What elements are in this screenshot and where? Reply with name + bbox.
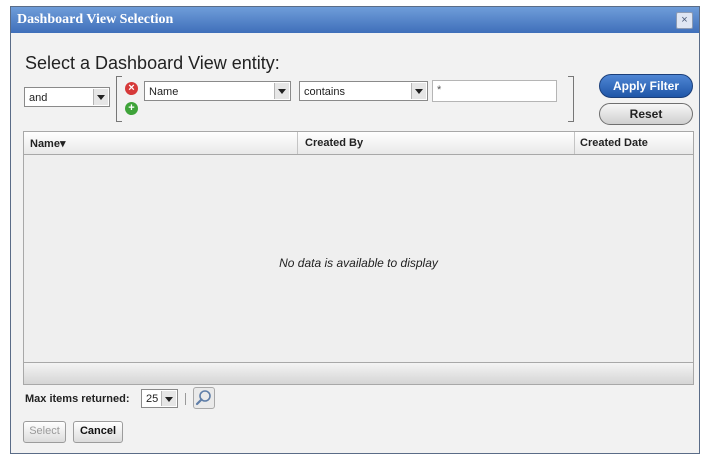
sort-descending-icon: ▾ <box>59 138 66 150</box>
close-icon[interactable]: × <box>676 12 693 29</box>
select-button[interactable]: Select <box>23 421 66 443</box>
search-button[interactable] <box>193 387 215 409</box>
reset-button[interactable]: Reset <box>599 103 693 125</box>
magnifier-icon <box>195 390 211 406</box>
title-bar: Dashboard View Selection × <box>11 7 699 33</box>
table-footer <box>24 362 693 384</box>
page-heading: Select a Dashboard View entity: <box>25 53 280 73</box>
apply-filter-button[interactable]: Apply Filter <box>599 74 693 98</box>
chevron-down-icon <box>93 89 108 105</box>
dashboard-view-selection-dialog: Dashboard View Selection × Select a Dash… <box>10 6 700 454</box>
toolbar-divider <box>185 393 186 405</box>
filter-value-input[interactable]: * <box>432 80 557 102</box>
empty-table-message: No data is available to display <box>279 256 438 270</box>
max-items-label: Max items returned: <box>25 393 130 405</box>
remove-condition-icon[interactable]: × <box>125 82 138 95</box>
filter-operator-select[interactable]: contains <box>299 81 428 101</box>
column-header-name[interactable]: Name▾ <box>30 137 66 150</box>
column-header-name-label: Name <box>30 138 60 150</box>
chevron-down-icon <box>161 391 176 406</box>
cancel-button[interactable]: Cancel <box>73 421 123 443</box>
filter-field-select[interactable]: Name <box>144 81 291 101</box>
max-items-select[interactable]: 25 <box>141 389 178 408</box>
column-divider[interactable] <box>574 132 575 154</box>
table-header: Name▾ Created By Created Date <box>24 132 693 155</box>
filter-group-bracket-right <box>568 76 574 122</box>
chevron-down-icon <box>274 83 289 99</box>
max-items-value: 25 <box>146 393 159 405</box>
column-header-created-by[interactable]: Created By <box>305 137 363 149</box>
dialog-title: Dashboard View Selection <box>17 12 174 27</box>
chevron-down-icon <box>411 83 426 99</box>
logic-operator-select[interactable]: and <box>24 87 110 107</box>
column-divider[interactable] <box>297 132 298 154</box>
filter-field-value: Name <box>149 86 179 98</box>
filter-operator-value: contains <box>304 86 345 98</box>
logic-operator-value: and <box>29 92 48 104</box>
add-condition-icon[interactable]: + <box>125 102 138 115</box>
column-header-created-date[interactable]: Created Date <box>580 137 648 149</box>
results-table: Name▾ Created By Created Date No data is… <box>23 131 694 385</box>
filter-group-bracket-left <box>116 76 122 122</box>
